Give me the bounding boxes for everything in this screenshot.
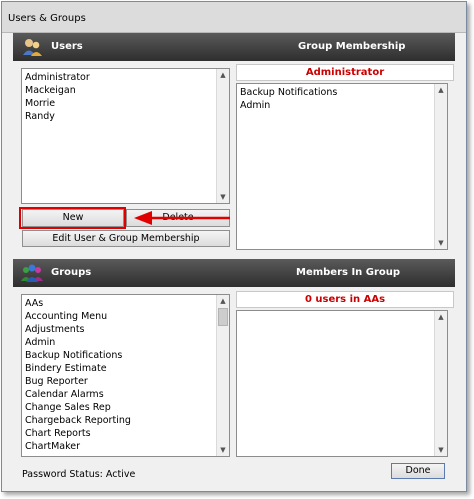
list-item[interactable]: Change Sales Rep (25, 401, 131, 414)
password-status-value: Active (105, 469, 136, 480)
list-item[interactable]: Chart Reports (25, 427, 131, 440)
list-item[interactable]: Morrie (25, 97, 90, 110)
list-item[interactable]: Bug Reporter (25, 375, 131, 388)
list-item[interactable]: Admin (240, 99, 337, 112)
users-section-header: Users Group Membership (13, 33, 455, 61)
groups-listbox[interactable]: AAs Accounting Menu Adjustments Admin Backup… (21, 294, 230, 457)
list-item[interactable]: Admin (25, 336, 131, 349)
scroll-up-icon[interactable]: ▲ (217, 295, 229, 307)
members-in-group-header-label: Members In Group (296, 267, 401, 278)
title-bar: Users & Groups (2, 2, 466, 33)
group-membership-listbox[interactable]: Backup Notifications Admin ▲ ▼ (236, 83, 448, 250)
password-status: Password Status: Active (22, 469, 135, 480)
scroll-down-icon[interactable]: ▼ (435, 237, 447, 249)
password-status-label: Password Status: (22, 469, 103, 480)
users-scrollbar[interactable]: ▲ ▼ (216, 69, 229, 203)
group-membership-header-label: Group Membership (298, 41, 406, 52)
members-in-group-caption: 0 users in AAs (236, 291, 454, 308)
groups-section-header: Groups Members In Group (13, 259, 455, 287)
edit-user-group-button[interactable]: Edit User & Group Membership (22, 230, 230, 247)
list-item[interactable]: Administrator (25, 71, 90, 84)
users-header-label: Users (51, 41, 83, 52)
members-listbox[interactable]: ▲ ▼ (236, 310, 448, 457)
scroll-down-icon[interactable]: ▼ (435, 444, 447, 456)
arrow-left-icon (134, 211, 230, 225)
scroll-down-icon[interactable]: ▼ (217, 444, 229, 456)
membership-scrollbar[interactable]: ▲ ▼ (434, 84, 447, 249)
users-icon (23, 39, 42, 56)
done-button[interactable]: Done (391, 463, 445, 479)
list-item[interactable]: Backup Notifications (240, 86, 337, 99)
list-item[interactable]: AAs (25, 297, 131, 310)
list-item[interactable]: Randy (25, 110, 90, 123)
groups-scrollbar[interactable]: ▲ ▼ (216, 295, 229, 456)
users-listbox[interactable]: Administrator Mackeigan Morrie Randy ▲ ▼ (21, 68, 230, 204)
scroll-up-icon[interactable]: ▲ (217, 69, 229, 81)
window-title: Users & Groups (8, 13, 86, 24)
list-item[interactable]: Adjustments (25, 323, 131, 336)
scroll-up-icon[interactable]: ▲ (435, 311, 447, 323)
users-groups-window: Users & Groups Users Group Membership Ad… (1, 1, 467, 492)
list-item[interactable]: Backup Notifications (25, 349, 131, 362)
list-item[interactable]: Chargeback Reporting (25, 414, 131, 427)
users-list: Administrator Mackeigan Morrie Randy (25, 71, 90, 123)
scroll-down-icon[interactable]: ▼ (217, 191, 229, 203)
list-item[interactable]: ChartMaker (25, 440, 131, 453)
new-button-highlight (19, 207, 126, 229)
list-item[interactable]: Calendar Alarms (25, 388, 131, 401)
list-item[interactable]: Bindery Estimate (25, 362, 131, 375)
groups-icon (21, 264, 43, 282)
list-item[interactable]: Mackeigan (25, 84, 90, 97)
groups-header-label: Groups (51, 267, 92, 278)
membership-list: Backup Notifications Admin (240, 86, 337, 112)
selected-user-caption: Administrator (236, 64, 454, 81)
groups-list: AAs Accounting Menu Adjustments Admin Backup… (25, 297, 131, 453)
scroll-up-icon[interactable]: ▲ (435, 84, 447, 96)
groups-scroll-thumb[interactable] (218, 308, 228, 326)
list-item[interactable]: Accounting Menu (25, 310, 131, 323)
members-scrollbar[interactable]: ▲ ▼ (434, 311, 447, 456)
